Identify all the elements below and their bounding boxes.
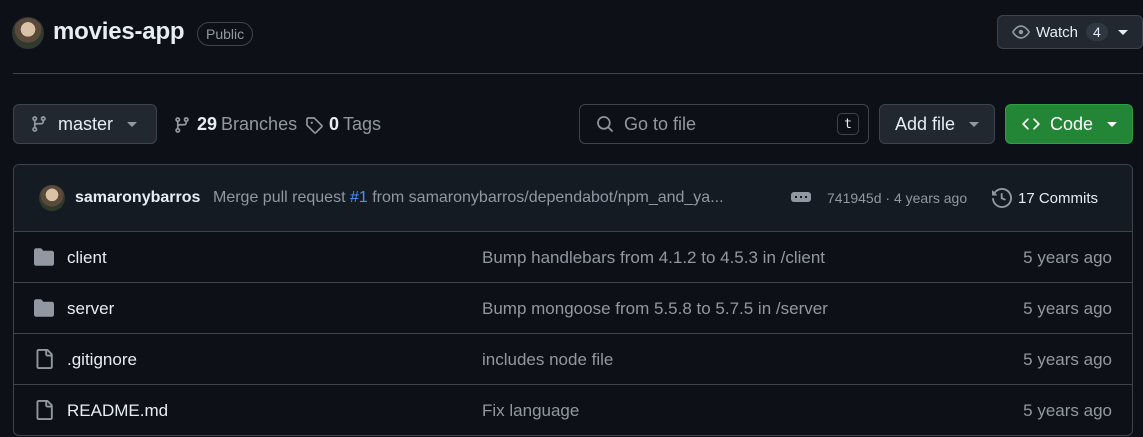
branches-count: 29 [197, 114, 218, 134]
file-name[interactable]: README.md [67, 401, 168, 421]
tag-icon [306, 116, 323, 134]
commit-sha-time[interactable]: 741945d · 4 years ago [827, 190, 967, 206]
file-commit-message[interactable]: Bump handlebars from 4.1.2 to 4.5.3 in /… [482, 248, 825, 268]
latest-commit-bar: samaronybarros Merge pull request #1 fro… [14, 165, 1132, 232]
tags-count: 0 [329, 114, 340, 134]
repo-name[interactable]: movies-app [53, 18, 185, 46]
eye-icon [1012, 25, 1030, 39]
code-button[interactable]: Code [1005, 104, 1133, 144]
watch-count: 4 [1085, 23, 1108, 41]
branches-label: Branches [221, 114, 298, 134]
file-age: 5 years ago [1023, 248, 1112, 267]
file-name[interactable]: client [67, 248, 107, 268]
file-name[interactable]: .gitignore [67, 350, 137, 370]
keyboard-shortcut-hint: t [837, 113, 859, 135]
branches-link[interactable]: 29 Branches [173, 114, 297, 135]
visibility-badge: Public [197, 22, 254, 46]
commit-author[interactable]: samaronybarros [75, 189, 200, 207]
file-name[interactable]: server [67, 299, 114, 319]
commit-author-avatar[interactable] [39, 185, 65, 211]
folder-icon [34, 248, 54, 266]
commit-message-prefix: Merge pull request [213, 189, 346, 206]
file-icon [36, 349, 53, 369]
tags-label: Tags [343, 114, 382, 134]
owner-avatar[interactable] [12, 17, 44, 49]
branch-name: master [58, 113, 114, 134]
history-icon [992, 188, 1012, 208]
folder-icon [34, 299, 54, 317]
file-age: 5 years ago [1023, 350, 1112, 369]
file-browser: samaronybarros Merge pull request #1 fro… [13, 164, 1133, 436]
file-age: 5 years ago [1023, 401, 1112, 420]
pull-request-link[interactable]: #1 [350, 189, 368, 206]
add-file-label: Add file [895, 113, 956, 134]
commit-message[interactable]: Merge pull request #1 from samaronybarro… [213, 189, 724, 207]
branch-selector-button[interactable]: master [13, 104, 157, 144]
file-age: 5 years ago [1023, 299, 1112, 318]
tags-link[interactable]: 0 Tags [305, 114, 381, 135]
search-icon [597, 116, 613, 132]
git-branch-icon [175, 116, 189, 133]
chevron-down-icon [1117, 29, 1128, 35]
commit-message-suffix: from samaronybarros/dependabot/npm_and_y… [372, 189, 724, 206]
file-row[interactable]: client Bump handlebars from 4.1.2 to 4.5… [14, 232, 1132, 283]
ellipsis-icon[interactable] [791, 192, 811, 202]
header-divider [13, 73, 1143, 74]
git-branch-icon [32, 116, 46, 132]
watch-button[interactable]: Watch 4 [997, 15, 1143, 49]
file-commit-message[interactable]: Bump mongoose from 5.5.8 to 5.7.5 in /se… [482, 299, 828, 319]
file-icon [36, 400, 53, 420]
search-placeholder: Go to file [624, 113, 697, 134]
watch-label: Watch [1036, 23, 1078, 41]
code-icon [1022, 118, 1040, 130]
chevron-down-icon [969, 121, 980, 127]
code-label: Code [1050, 113, 1094, 134]
file-commit-message[interactable]: Fix language [482, 401, 579, 421]
commits-count: 17 Commits [1018, 189, 1099, 207]
go-to-file-input[interactable]: Go to file t [579, 104, 869, 144]
file-commit-message[interactable]: includes node file [482, 350, 613, 370]
chevron-down-icon [127, 121, 138, 127]
file-row[interactable]: .gitignore includes node file 5 years ag… [14, 334, 1132, 385]
commits-history-link[interactable]: 17 Commits [992, 188, 1098, 208]
file-row[interactable]: server Bump mongoose from 5.5.8 to 5.7.5… [14, 283, 1132, 334]
add-file-button[interactable]: Add file [879, 104, 995, 144]
chevron-down-icon [1107, 121, 1118, 127]
file-row[interactable]: README.md Fix language 5 years ago [14, 385, 1132, 435]
